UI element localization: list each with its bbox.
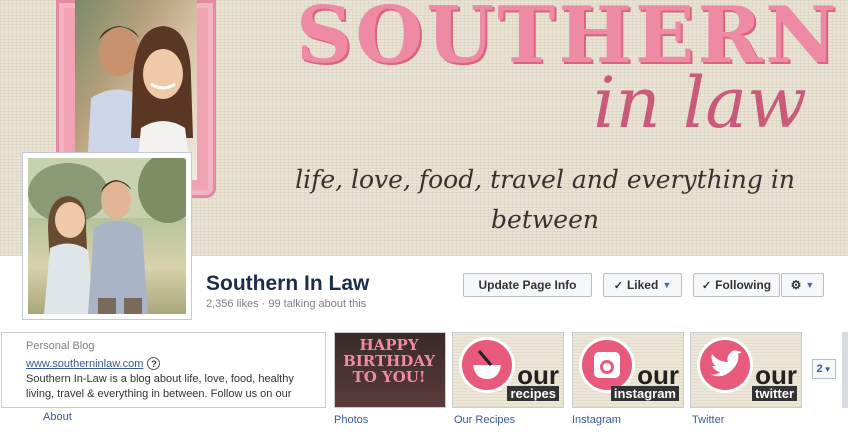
profile-picture[interactable] [22,152,192,320]
twitter-word-2: twitter [752,386,797,401]
birthday-line-2: BIRTHDAY [343,352,435,370]
caret-down-icon: ▼ [823,364,832,374]
liked-label: Liked [626,278,659,292]
profile-photo [28,158,186,314]
more-apps-count: 2 [816,363,823,375]
about-link[interactable]: About [43,411,72,423]
gear-icon: ⚙ [790,278,802,292]
app-recipes[interactable]: our recipes [452,332,564,408]
twitter-bird-icon [697,337,753,393]
twitter-wordmark: our twitter [752,362,797,401]
recipes-wordmark: our recipes [507,362,559,401]
liked-button[interactable]: ✓ Liked ▼ [603,273,682,297]
page-category: Personal Blog [26,340,95,352]
caret-down-icon: ▼ [805,280,815,290]
app-recipes-label[interactable]: Our Recipes [454,414,515,426]
instagram-wordmark: our instagram [610,360,679,401]
following-button[interactable]: ✓ Following [693,273,780,297]
twitter-word-1: our [755,360,797,390]
instagram-word-1: our [637,360,679,390]
cover-title-in-law: in law [593,62,807,144]
birthday-banner: HAPPY BIRTHDAY TO YOU! [339,337,439,385]
help-icon[interactable]: ? [147,357,161,370]
app-photos[interactable]: HAPPY BIRTHDAY TO YOU! [334,332,446,408]
birthday-line-1: HAPPY [359,336,419,354]
website-row: www.southerninlaw.com ? [26,357,315,370]
page-title[interactable]: Southern In Law [206,272,369,296]
instagram-word-2: instagram [610,386,679,401]
app-twitter-label[interactable]: Twitter [692,414,724,426]
about-box[interactable]: Personal Blog www.southerninlaw.com ? So… [1,332,326,408]
website-link[interactable]: www.southerninlaw.com [26,358,143,370]
page-stats: 2,356 likes · 99 talking about this [206,298,367,310]
following-label: Following [715,278,772,292]
caret-down-icon: ▼ [662,280,672,290]
birthday-line-3: TO YOU! [352,368,426,386]
app-twitter[interactable]: our twitter [690,332,802,408]
recipes-word-2: recipes [507,386,559,401]
more-apps-button[interactable]: 2 ▼ [812,359,836,379]
app-instagram[interactable]: our instagram [572,332,684,408]
profile-couple-figures [28,158,186,314]
about-description: Southern In-Law is a blog about life, lo… [26,373,294,400]
page-settings-button[interactable]: ⚙ ▼ [781,273,824,297]
cover-tagline: life, love, food, travel and everything … [295,165,795,234]
check-icon: ✓ [613,279,623,292]
right-rail [842,332,848,408]
app-instagram-label[interactable]: Instagram [572,414,621,426]
app-photos-label[interactable]: Photos [334,414,368,426]
recipes-word-1: our [517,360,559,390]
update-page-info-label: Update Page Info [478,278,577,292]
update-page-info-button[interactable]: Update Page Info [463,273,592,297]
check-icon: ✓ [701,279,712,292]
